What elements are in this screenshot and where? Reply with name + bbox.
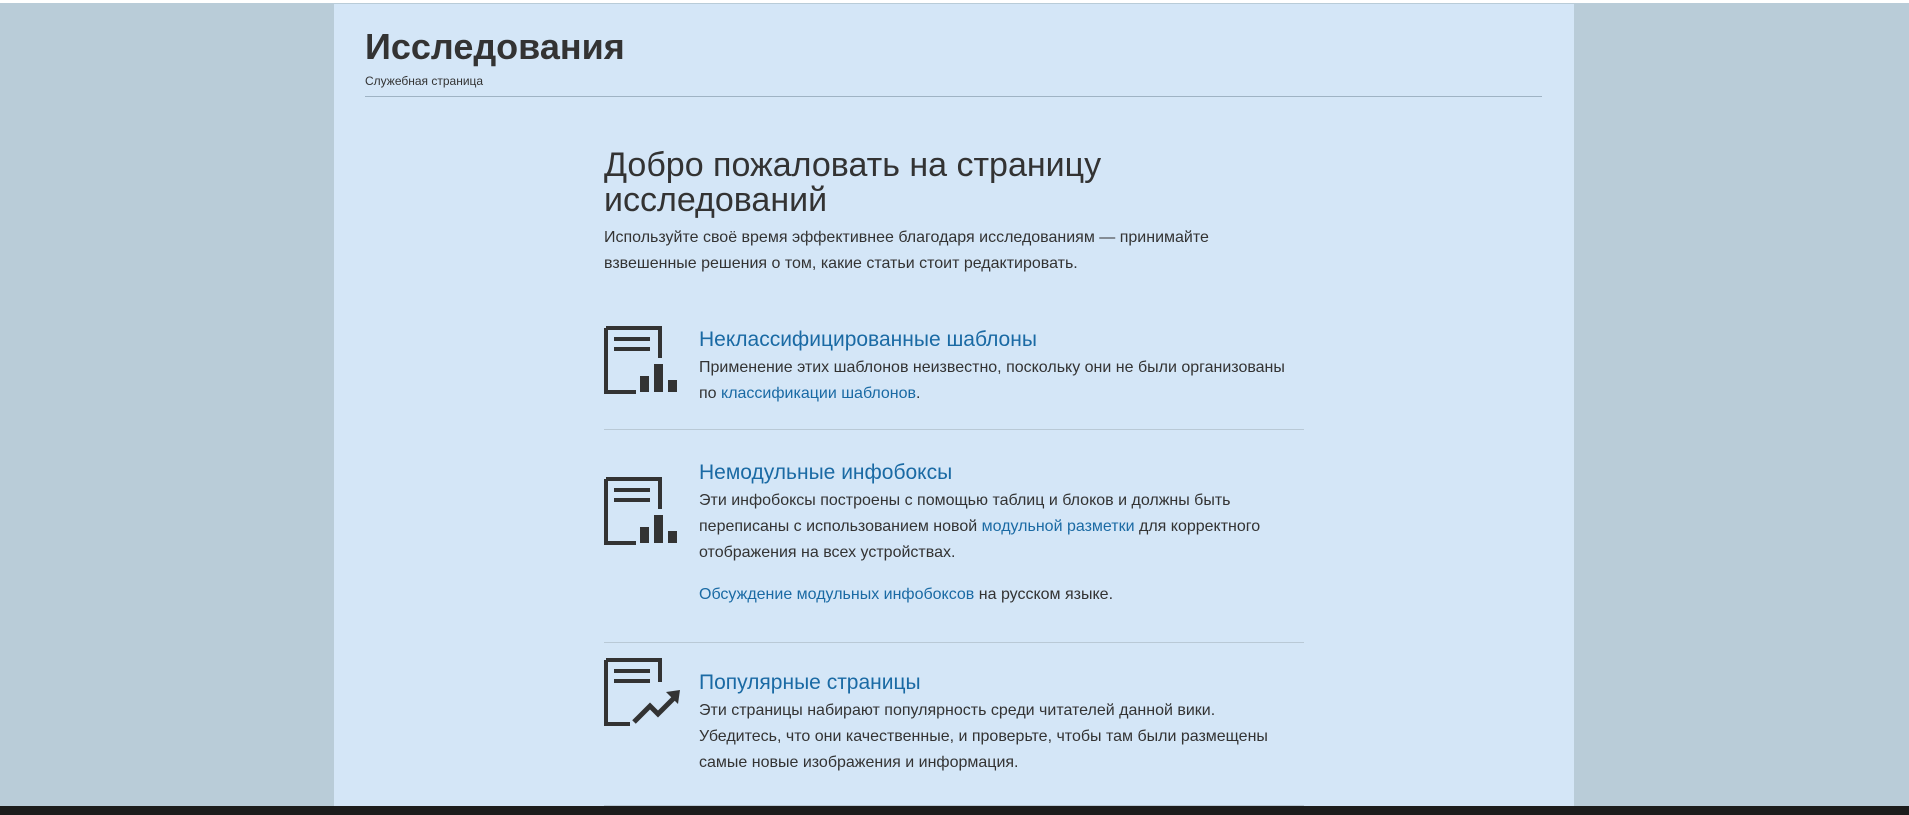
infobox-discussion-note: Обсуждение модульных инфобоксов на русск… <box>699 582 1294 608</box>
infobox-discussion-link[interactable]: Обсуждение модульных инфобоксов <box>699 586 974 603</box>
non-portable-infoboxes-link[interactable]: Немодульные инфобоксы <box>699 458 1294 488</box>
unclassified-templates-description: Применение этих шаблонов неизвестно, пос… <box>699 355 1294 407</box>
welcome-title: Добро пожаловать на страницу исследовани… <box>604 146 1102 219</box>
infobox-discussion-text: на русском языке. <box>974 586 1114 603</box>
portable-markup-link[interactable]: модульной разметки <box>982 518 1135 535</box>
welcome-description: Используйте своё время эффективнее благо… <box>604 229 1209 272</box>
popular-pages-description: Эти страницы набирают популярность среди… <box>699 702 1268 771</box>
non-portable-infoboxes-description: Эти инфобоксы построены с помощью таблиц… <box>699 488 1294 566</box>
document-chart-icon <box>604 326 677 394</box>
document-trend-icon <box>604 658 680 726</box>
page-header: Исследования Служебная страница <box>365 24 1542 97</box>
unclassified-templates-link[interactable]: Неклассифицированные шаблоны <box>699 325 1294 355</box>
popular-pages-link[interactable]: Популярные страницы <box>699 668 1294 698</box>
top-border <box>0 0 1909 3</box>
bottom-bar <box>0 806 1909 815</box>
insight-card-unclassified-templates: Неклассифицированные шаблоны Применение … <box>604 325 1304 430</box>
page-subtitle: Служебная страница <box>365 74 484 88</box>
page-content: Исследования Служебная страница Добро по… <box>334 4 1574 806</box>
card-text-end: . <box>916 385 921 402</box>
page-title: Исследования <box>365 26 625 67</box>
template-classification-link[interactable]: классификации шаблонов <box>721 385 916 402</box>
insight-card-popular-pages: Популярные страницы Эти страницы набираю… <box>604 643 1304 806</box>
insights-content: Добро пожаловать на страницу исследовани… <box>604 148 1304 806</box>
insight-card-non-portable-infoboxes: Немодульные инфобоксы Эти инфобоксы пост… <box>604 430 1304 643</box>
document-chart-icon <box>604 477 677 545</box>
